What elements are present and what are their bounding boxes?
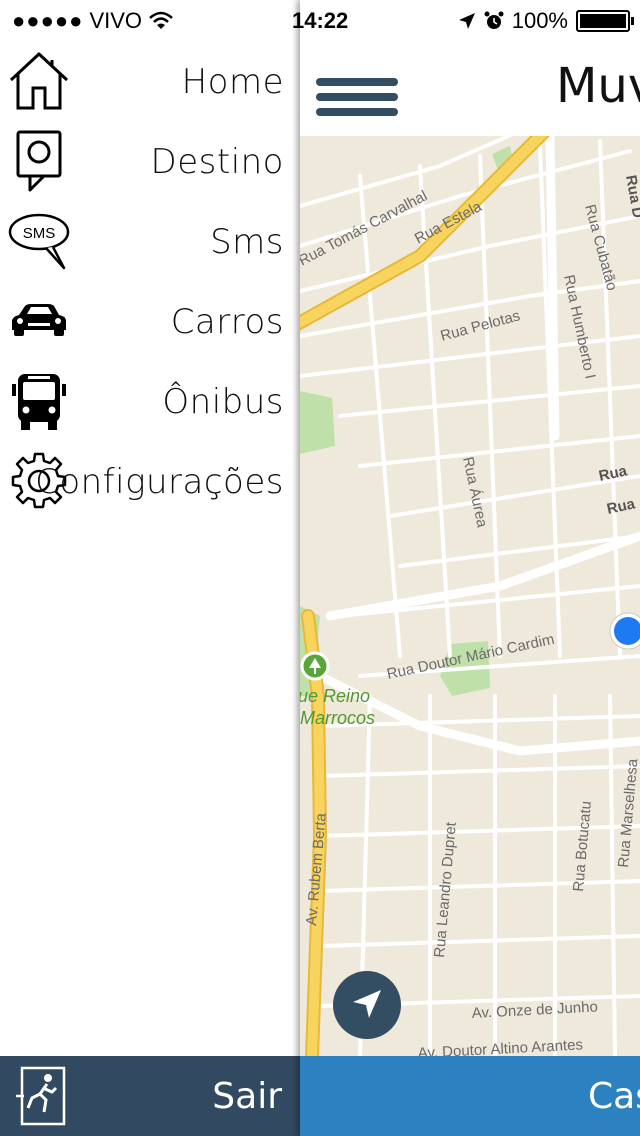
main-panel: Muv [300,0,640,1136]
locate-me-button[interactable] [333,971,401,1039]
street-label: Rua Botucatu [570,800,595,892]
alarm-icon [484,11,504,29]
map-pin-icon [16,130,62,192]
status-right: 100% [458,8,634,34]
street-label: Rua Leandro Dupret [431,821,460,959]
street-label: Rua [605,495,637,518]
drawer-item-label: Home [181,62,284,102]
side-drawer: Home Destino SMS Sms Carros Ônibus Confi… [0,0,300,1136]
street-label: Rua Marselhesa [615,757,640,868]
logout-button[interactable]: Sair [0,1056,300,1136]
drawer-item-label: Carros [170,302,284,342]
park-label: Marrocos [300,708,375,728]
carrier-label: VIVO [89,8,143,33]
map-canvas: Rua Tomás Carvalhal Rua Estela Rua Cubat… [300,136,640,1056]
drawer-item-carros[interactable]: Carros [0,282,300,362]
street-label: Rua D [622,174,640,220]
drawer-item-configuracoes[interactable]: Configurações [0,442,300,522]
home-icon [9,52,69,110]
park-label: ue Reino [300,686,370,706]
drawer-item-label: Sms [210,222,284,262]
destination-bar[interactable]: Casa [300,1056,640,1136]
minor-streets [300,136,640,1056]
street-label: Rua Áurea [459,455,491,529]
svg-text:SMS: SMS [23,225,56,242]
status-time: 14:22 [292,8,349,33]
location-arrow-icon [458,13,475,29]
logout-label: Sair [212,1076,282,1117]
status-left: ●●●●● VIVO [12,8,174,34]
bus-icon [12,374,66,430]
navigation-arrow-icon [353,990,381,1018]
street-label: Av. Rubem Berta [303,812,330,927]
signal-strength-icon: ●●●●● [12,8,84,33]
street-label: Rua [597,462,629,485]
battery-icon [576,10,634,32]
battery-percent: 100% [511,8,568,33]
street-label: Rua Pelotas [439,307,522,345]
street-label: Rua Cubatão [581,203,620,293]
drawer-item-home[interactable]: Home [0,42,300,122]
drawer-item-label: Destino [150,142,284,182]
drawer-item-destino[interactable]: Destino [0,122,300,202]
wifi-icon [149,11,173,29]
map-view[interactable]: Rua Tomás Carvalhal Rua Estela Rua Cubat… [300,136,640,1056]
drawer-item-label: Ônibus [162,382,284,422]
hamburger-menu-icon[interactable] [316,78,398,120]
park-area [300,391,335,454]
exit-icon [16,1066,66,1126]
car-icon [12,304,66,336]
status-bar: ●●●●● VIVO 14:22 100% [0,0,640,40]
page-title: Muv [556,58,640,114]
destination-label: Casa [588,1076,640,1117]
sms-bubble-icon: SMS [8,213,70,270]
street-label: Av. Doutor Altino Arantes [417,1036,583,1056]
drawer-item-sms[interactable]: SMS Sms [0,202,300,282]
drawer-item-label: Configurações [35,462,284,502]
drawer-menu: Home Destino SMS Sms Carros Ônibus Confi… [0,42,300,522]
drawer-item-onibus[interactable]: Ônibus [0,362,300,442]
